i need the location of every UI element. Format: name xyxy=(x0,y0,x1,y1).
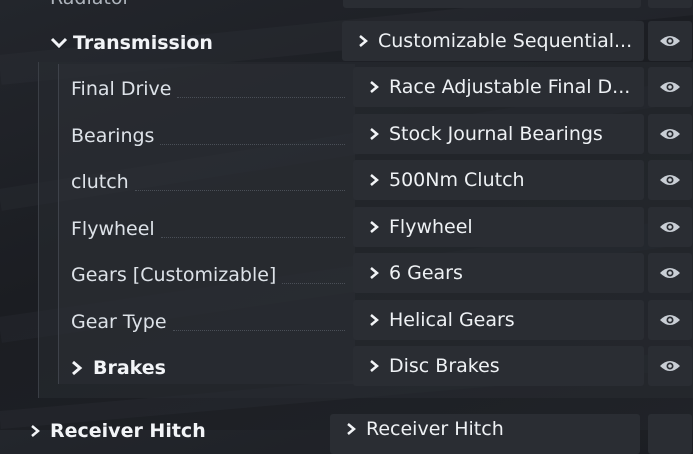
transmission-row[interactable]: Transmission Customizable Sequential... xyxy=(0,21,693,65)
chevron-right-icon xyxy=(370,221,379,233)
leader-dots xyxy=(172,330,345,331)
chevron-down-icon[interactable] xyxy=(50,36,68,50)
transmission-label: Transmission xyxy=(73,32,213,54)
component-label: Gear Type xyxy=(71,311,167,333)
radiator-label: Radiator xyxy=(50,0,130,9)
eye-icon xyxy=(660,36,680,46)
transmission-part-slot[interactable]: Customizable Sequential... xyxy=(342,21,644,61)
eye-button[interactable] xyxy=(648,253,692,293)
receiver-hitch-part-name: Receiver Hitch xyxy=(366,418,504,440)
eye-button[interactable] xyxy=(648,300,692,340)
receiver-hitch-eye-button[interactable] xyxy=(648,414,692,454)
part-slot[interactable]: Disc Brakes xyxy=(353,346,644,386)
receiver-hitch-part-slot[interactable]: Receiver Hitch xyxy=(330,414,640,454)
component-row[interactable]: Final Drive Race Adjustable Final D... xyxy=(0,67,693,111)
component-label: Bearings xyxy=(71,125,155,147)
part-slot[interactable]: Race Adjustable Final D... xyxy=(353,67,644,107)
component-label: clutch xyxy=(71,171,129,193)
radiator-part-slot[interactable] xyxy=(343,0,641,8)
leader-dots xyxy=(160,144,345,145)
leader-dots xyxy=(282,283,345,284)
chevron-right-icon xyxy=(370,174,379,186)
eye-icon xyxy=(660,268,680,278)
leader-dots xyxy=(177,97,345,98)
component-label: Gears [Customizable] xyxy=(71,264,277,286)
eye-icon xyxy=(660,175,680,185)
component-label: Final Drive xyxy=(71,78,172,100)
part-slot[interactable]: Flywheel xyxy=(353,207,644,247)
part-name: Helical Gears xyxy=(389,309,515,331)
chevron-right-icon xyxy=(370,267,379,279)
eye-button[interactable] xyxy=(648,67,692,107)
eye-icon xyxy=(660,361,680,371)
chevron-right-icon xyxy=(370,314,379,326)
component-label: Flywheel xyxy=(71,218,155,240)
component-row[interactable]: clutch 500Nm Clutch xyxy=(0,160,693,204)
part-name: Disc Brakes xyxy=(389,355,500,377)
radiator-eye-button[interactable] xyxy=(648,0,692,8)
chevron-right-icon[interactable] xyxy=(70,360,84,376)
receiver-hitch-label: Receiver Hitch xyxy=(50,420,206,442)
component-label: Brakes xyxy=(93,357,166,379)
part-name: 500Nm Clutch xyxy=(389,169,525,191)
component-row[interactable]: Flywheel Flywheel xyxy=(0,207,693,251)
part-name: Flywheel xyxy=(389,216,473,238)
component-row[interactable]: Gears [Customizable] 6 Gears xyxy=(0,253,693,297)
part-name: 6 Gears xyxy=(389,262,463,284)
eye-icon xyxy=(660,315,680,325)
eye-button[interactable] xyxy=(648,114,692,154)
component-row[interactable]: Gear Type Helical Gears xyxy=(0,300,693,344)
part-slot[interactable]: 500Nm Clutch xyxy=(353,160,644,200)
eye-button[interactable] xyxy=(648,207,692,247)
eye-button[interactable] xyxy=(648,346,692,386)
leader-dots xyxy=(160,237,345,238)
part-slot[interactable]: 6 Gears xyxy=(353,253,644,293)
chevron-right-icon xyxy=(347,423,356,435)
transmission-part-name: Customizable Sequential... xyxy=(378,30,633,52)
part-name: Stock Journal Bearings xyxy=(389,123,603,145)
chevron-right-icon xyxy=(370,360,379,372)
chevron-right-icon xyxy=(370,128,379,140)
eye-icon xyxy=(660,129,680,139)
part-name: Race Adjustable Final D... xyxy=(389,76,631,98)
part-slot[interactable]: Helical Gears xyxy=(353,300,644,340)
leader-dots xyxy=(134,190,345,191)
chevron-right-icon xyxy=(370,81,379,93)
chevron-right-icon xyxy=(359,35,368,47)
part-slot[interactable]: Stock Journal Bearings xyxy=(353,114,644,154)
eye-icon xyxy=(660,82,680,92)
component-row[interactable]: Bearings Stock Journal Bearings xyxy=(0,114,693,158)
chevron-right-icon xyxy=(31,425,40,437)
eye-button[interactable] xyxy=(648,160,692,200)
component-row[interactable]: Brakes Disc Brakes xyxy=(0,346,693,390)
eye-button[interactable] xyxy=(648,21,692,61)
eye-icon xyxy=(660,222,680,232)
